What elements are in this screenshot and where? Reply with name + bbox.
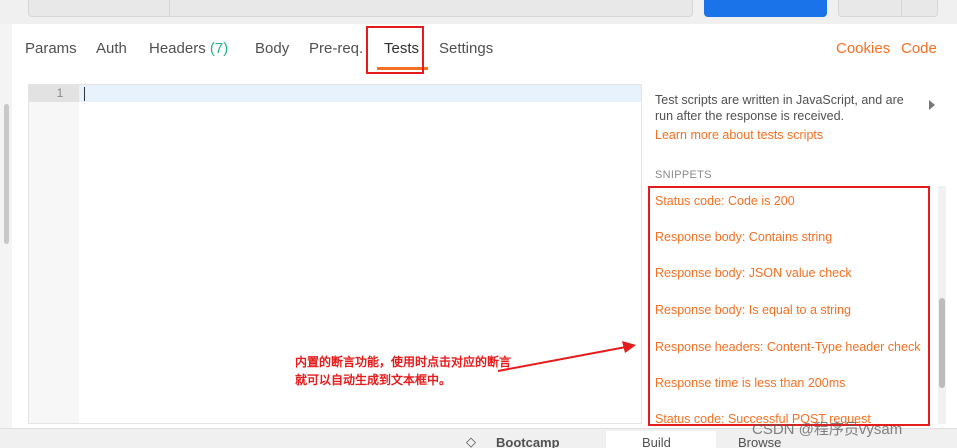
snippets-highlight-box [648,186,930,426]
bootcamp-icon[interactable]: ◇ [466,434,476,448]
tab-headers[interactable]: Headers (7) [149,40,228,58]
cookies-link[interactable]: Cookies [836,40,890,58]
tab-prereq[interactable]: Pre-req. [309,40,363,58]
annotation-note: 内置的断言功能，使用时点击对应的断言 就可以自动生成到文本框中。 [295,353,511,389]
panel-collapse-arrow-icon[interactable] [929,100,935,110]
bootcamp-link[interactable]: Bootcamp [496,435,560,448]
learn-more-link[interactable]: Learn more about tests scripts [655,128,823,142]
csdn-watermark: CSDN @程序员vysam [752,421,903,438]
left-scrollbar[interactable] [0,24,12,448]
code-link[interactable]: Code [901,40,937,58]
request-url-input[interactable] [28,0,693,17]
save-button-divider [901,0,902,16]
annotation-line-2: 就可以自动生成到文本框中。 [295,373,452,387]
text-cursor [84,87,85,101]
url-input-divider [169,0,170,17]
tab-settings[interactable]: Settings [439,40,493,58]
request-tabs: Params Auth Headers (7) Body Pre-req. Te… [0,30,957,70]
request-bar [0,0,957,24]
line-number: 1 [29,85,79,102]
tab-headers-label: Headers [149,40,206,57]
build-tab[interactable]: Build [642,435,671,448]
annotation-line-1: 内置的断言功能，使用时点击对应的断言 [295,355,512,369]
tests-tab-highlight-box [366,26,424,74]
tab-body[interactable]: Body [255,40,289,58]
snippets-heading: SNIPPETS [655,169,712,181]
tab-auth[interactable]: Auth [96,40,127,58]
send-button[interactable] [704,0,827,17]
editor-gutter [29,85,79,423]
tests-description: Test scripts are written in JavaScript, … [655,93,904,123]
left-scrollbar-thumb[interactable] [4,104,9,244]
snippets-scrollbar[interactable] [938,186,946,424]
tab-params[interactable]: Params [25,40,77,58]
snippets-scrollbar-thumb[interactable] [939,298,945,388]
save-button[interactable] [838,0,938,17]
editor-active-line[interactable] [79,85,641,102]
tab-headers-count: (7) [209,40,229,57]
